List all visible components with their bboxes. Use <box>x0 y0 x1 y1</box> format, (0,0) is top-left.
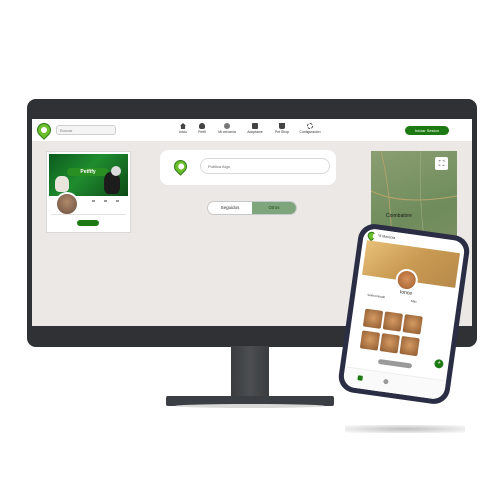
post-input[interactable]: Publica Algo <box>200 158 330 174</box>
divider <box>51 214 126 215</box>
app-logo-icon <box>171 157 190 176</box>
user-icon <box>199 123 205 129</box>
top-navbar: Buscar Inicio Perfil Mi cercanía Adoptam… <box>32 119 472 141</box>
app-logo-icon[interactable] <box>34 120 54 140</box>
gear-icon <box>307 123 313 129</box>
post-composer: Publica Algo <box>160 150 336 185</box>
profile-card: Petfify <box>46 151 131 233</box>
stat-label: Seleccionado <box>367 292 386 300</box>
dog-image <box>111 166 121 176</box>
search-input[interactable]: Buscar <box>56 125 116 135</box>
monitor-stand <box>231 346 269 398</box>
feed-toggle: Seguidos Otros <box>207 201 297 215</box>
home-icon[interactable] <box>357 375 363 381</box>
photo-thumb[interactable] <box>402 314 423 335</box>
map-city-label: Coimbatore <box>386 213 412 219</box>
add-button[interactable]: + <box>433 358 444 369</box>
nav-label: Mi cercanía <box>218 130 236 134</box>
photo-thumb[interactable] <box>379 333 400 354</box>
nav-adopt[interactable]: Adoptame <box>242 123 268 134</box>
adopt-icon <box>252 123 258 129</box>
tab-others[interactable]: Otros <box>252 202 296 214</box>
stat-marker <box>104 200 107 202</box>
cover-title: Petfify <box>67 168 109 176</box>
nav-label: Pet Shop <box>275 130 289 134</box>
nav-profile[interactable]: Perfil <box>189 123 215 134</box>
nav-settings[interactable]: Configuración <box>297 123 323 134</box>
home-icon <box>180 123 186 129</box>
nav-nearby[interactable]: Mi cercanía <box>214 123 240 134</box>
dog-image <box>55 176 69 192</box>
photo-thumb[interactable] <box>399 335 420 357</box>
profile-cover: Petfify <box>49 154 128 196</box>
fullscreen-icon[interactable]: ⛶ <box>435 157 448 170</box>
avatar[interactable] <box>55 192 79 216</box>
user-icon[interactable] <box>383 378 389 385</box>
nav-label: Adoptame <box>247 130 263 134</box>
globe-icon <box>224 123 230 129</box>
nav-label: Perfil <box>198 130 206 134</box>
phone-shadow <box>345 425 465 433</box>
nav-petshop[interactable]: Pet Shop <box>269 123 295 134</box>
stat-label: Mas <box>410 298 417 304</box>
photo-thumb[interactable] <box>359 330 381 351</box>
profile-action-button[interactable] <box>77 220 99 226</box>
monitor-shadow <box>175 404 325 408</box>
tab-following[interactable]: Seguidos <box>208 202 252 214</box>
photo-thumb[interactable] <box>362 308 384 329</box>
cart-icon <box>279 123 285 129</box>
photo-thumb[interactable] <box>382 311 404 332</box>
nav-label: Configuración <box>299 130 321 134</box>
phone-frame: Mi Mascota Ionce Seleccionado Mas + <box>336 222 472 406</box>
login-button[interactable]: Iniciar Sesion <box>405 126 449 135</box>
stat-marker <box>116 200 119 202</box>
stat-marker <box>92 200 95 202</box>
phone-screen: Mi Mascota Ionce Seleccionado Mas + <box>342 227 466 401</box>
